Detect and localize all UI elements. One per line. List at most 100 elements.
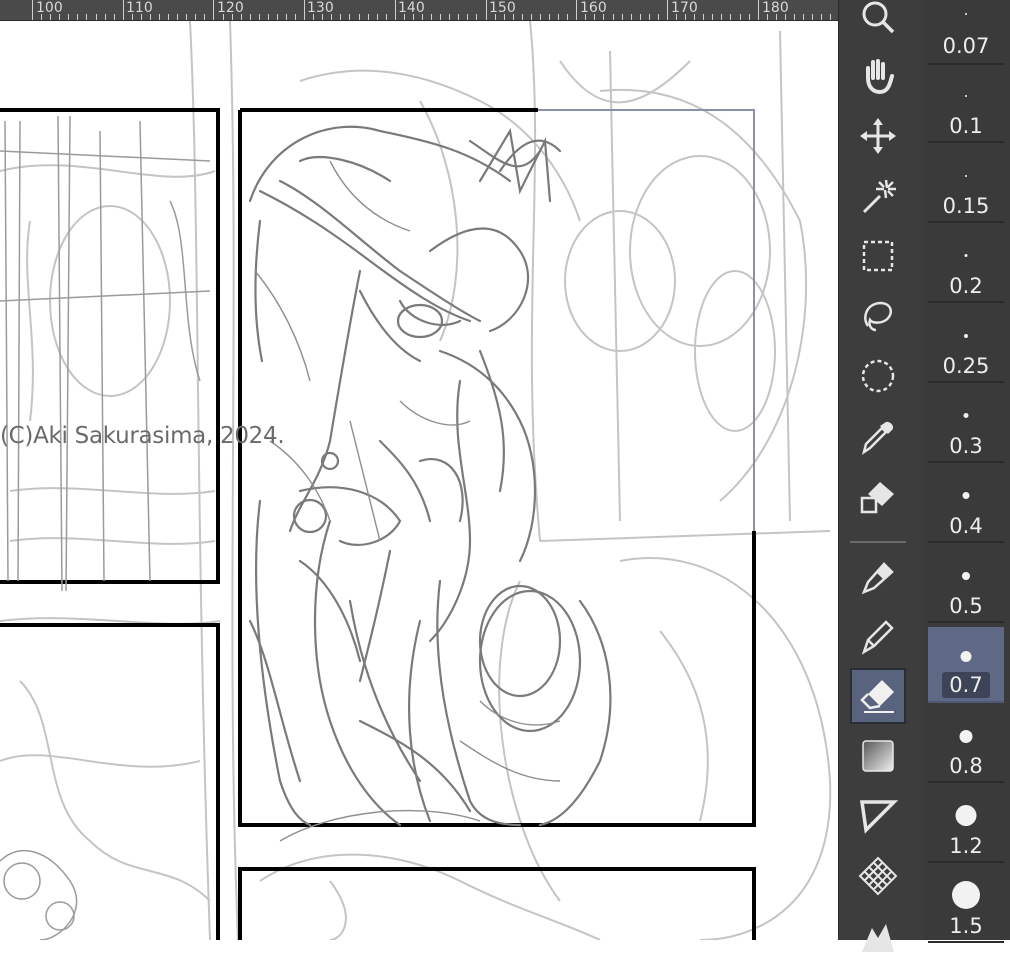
ruler-tick (122, 0, 124, 20)
brush-size-0.15[interactable]: 0.15 (928, 147, 1004, 223)
ruler-tick (322, 14, 324, 20)
ruler-tick (576, 0, 578, 20)
brush-size-1.5[interactable]: 1.5 (928, 867, 1004, 943)
rect-select-tool-button[interactable] (850, 228, 906, 284)
ruler-tick (830, 14, 832, 20)
ruler-tick (412, 14, 414, 20)
horizontal-ruler: 100 110 120 130 140 150 160 170 180 (0, 0, 838, 21)
ruler-tick (50, 14, 52, 20)
brush-size-0.2[interactable]: 0.2 (928, 227, 1004, 303)
size-label: 1.5 (949, 914, 983, 938)
ruler-tick (113, 14, 115, 20)
size-label: 0.2 (949, 274, 983, 298)
ruler-label-110: 110 (126, 0, 153, 16)
size-preview-dot (962, 492, 970, 499)
hand-tool-button[interactable] (850, 48, 906, 104)
zoom-tool-button[interactable] (850, 0, 906, 45)
mountain-tool-button[interactable] (850, 908, 906, 964)
ruler-tick (612, 14, 614, 20)
ruler-tick (730, 14, 732, 20)
pen-tool-button[interactable] (850, 608, 906, 664)
size-label: 1.2 (949, 834, 983, 858)
ruler-tick (222, 14, 224, 20)
ruler-tick (177, 14, 179, 20)
ruler-tick (503, 14, 505, 20)
ruler-tick (676, 14, 677, 20)
ruler-tick (32, 0, 33, 20)
ruler-tick (812, 14, 813, 20)
marker-tool-button[interactable] (850, 548, 906, 604)
ruler-tick (485, 0, 487, 20)
ruler-tick (549, 14, 550, 20)
ruler-tick (422, 14, 423, 20)
eraser-icon (860, 680, 894, 713)
ellipse-select-tool-button[interactable] (850, 348, 906, 404)
ruler-tick (331, 14, 333, 20)
ruler-tick (286, 14, 287, 20)
ruler-tick (494, 14, 496, 20)
ruler-tick (476, 14, 478, 20)
magic-wand-icon (862, 179, 896, 214)
ruler-label-140: 140 (398, 0, 425, 16)
ruler-tick (603, 14, 605, 20)
ruler-tick (77, 14, 79, 20)
tool-palette (838, 0, 925, 952)
size-preview-dot (955, 805, 977, 826)
ruler-tick (240, 14, 242, 20)
brush-size-0.3[interactable]: 0.3 (928, 387, 1004, 463)
eraser-tool-button[interactable] (850, 668, 906, 724)
ruler-tick (231, 14, 233, 20)
ruler-tick (630, 14, 632, 20)
ruler-tick (512, 14, 514, 20)
ruler-tick (685, 14, 686, 20)
ruler-tick (59, 14, 61, 20)
ruler-tick (431, 14, 433, 20)
ruler-tick (213, 0, 215, 20)
size-preview-dot (965, 175, 967, 177)
ruler-tick (440, 14, 442, 20)
mountain-icon (862, 924, 894, 952)
ruler-tick (648, 14, 650, 20)
eyedropper-tool-button[interactable] (850, 408, 906, 464)
fill-tool-button[interactable] (850, 468, 906, 524)
brush-size-0.5[interactable]: 0.5 (928, 547, 1004, 623)
ruler-tick (784, 14, 786, 20)
magic-wand-tool-button[interactable] (850, 168, 906, 224)
ruler-tick (86, 14, 88, 20)
ellipse-select-icon (861, 359, 895, 393)
size-preview-dot (962, 572, 970, 580)
ruler-tick (539, 14, 541, 20)
size-label: 0.8 (949, 754, 983, 778)
ruler-tick (530, 14, 532, 20)
brush-size-0.8[interactable]: 0.8 (928, 707, 1004, 783)
brush-size-0.4[interactable]: 0.4 (928, 467, 1004, 543)
size-label: 0.4 (949, 514, 983, 538)
frame-border-tool-button[interactable] (850, 788, 906, 844)
ruler-tick (721, 14, 723, 20)
gradient-tool-button[interactable] (850, 728, 906, 784)
marker-icon (861, 562, 894, 595)
ruler-tick (41, 14, 43, 20)
ruler-tick (159, 14, 160, 20)
brush-size-1.2[interactable]: 1.2 (928, 787, 1004, 863)
ruler-tick (340, 14, 342, 20)
drawing-canvas[interactable]: (C)Aki Sakurasima, 2024. (0, 21, 838, 940)
size-label: 0.5 (949, 594, 983, 618)
size-preview-dot (963, 413, 969, 418)
ruler-tick (703, 14, 705, 20)
ruler-tick (394, 0, 396, 20)
pattern-tool-button[interactable] (850, 848, 906, 904)
brush-size-0.25[interactable]: 0.25 (928, 307, 1004, 383)
ruler-tick (666, 0, 668, 20)
ruler-tick (585, 14, 587, 20)
lasso-tool-button[interactable] (850, 288, 906, 344)
ruler-tick (349, 14, 351, 20)
move-tool-button[interactable] (850, 108, 906, 164)
ruler-tick (104, 14, 106, 20)
ruler-tick (639, 14, 641, 20)
ruler-tick (168, 14, 170, 20)
ruler-tick (694, 14, 696, 20)
brush-size-0.1[interactable]: 0.1 (928, 67, 1004, 143)
brush-size-0.7[interactable]: 0.7 (928, 627, 1004, 703)
brush-size-0.07[interactable]: 0.07 (928, 0, 1004, 65)
